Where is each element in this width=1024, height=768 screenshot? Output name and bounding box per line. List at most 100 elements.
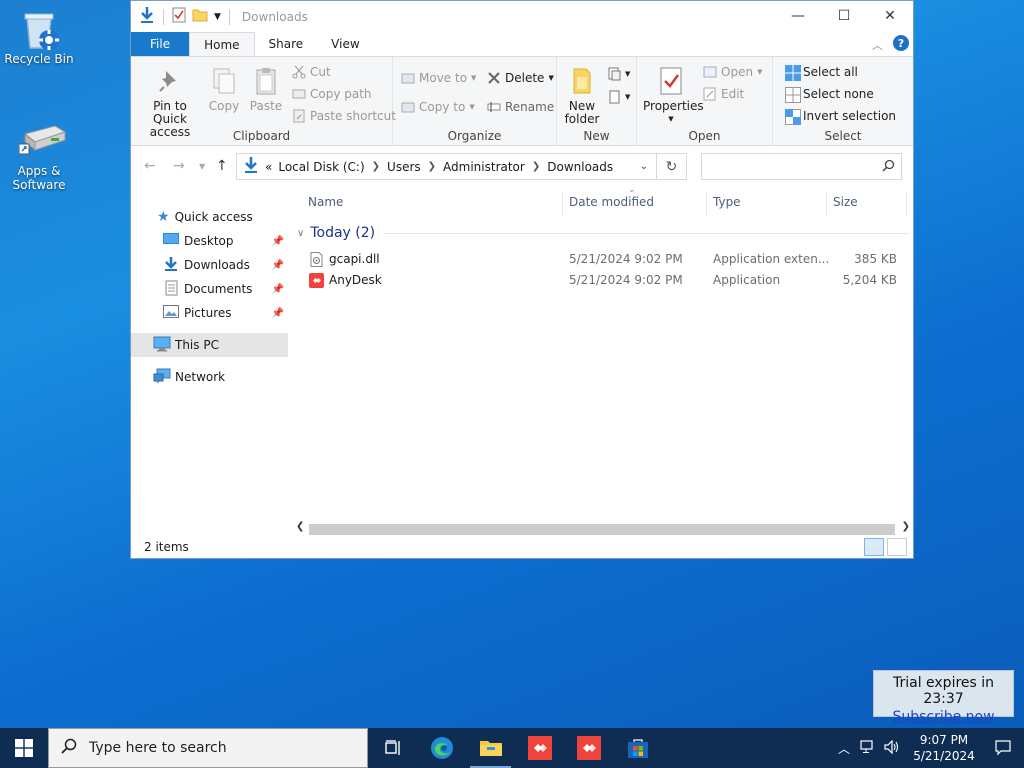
network-tray-icon[interactable]	[860, 739, 876, 757]
help-icon[interactable]: ?	[893, 35, 909, 54]
chevron-down-icon: ∨	[297, 227, 305, 239]
edit-button[interactable]: Edit	[703, 87, 744, 101]
nav-network[interactable]: Network	[131, 365, 288, 389]
column-header-type[interactable]: Type	[713, 195, 741, 209]
nav-documents[interactable]: Documents 📌	[131, 277, 288, 301]
new-item-button[interactable]: ▼	[607, 67, 630, 81]
copy-button[interactable]: Copy	[207, 65, 241, 113]
new-folder-icon[interactable]	[192, 7, 208, 26]
task-view-button[interactable]	[368, 728, 417, 768]
cut-button[interactable]: Cut	[292, 65, 331, 79]
file-row-gcapi[interactable]: gcapi.dll 5/21/2024 9:02 PM Application …	[295, 249, 913, 270]
properties-button[interactable]: Properties ▼	[643, 65, 704, 126]
address-history-chevron-icon[interactable]: ⌄	[640, 161, 648, 172]
select-none-button[interactable]: Select none	[785, 87, 874, 103]
anydesk-taskbar-button[interactable]	[515, 728, 564, 768]
column-header-date-modified[interactable]: Date modified	[569, 195, 654, 209]
desktop-icon-recycle-bin[interactable]: Recycle Bin	[0, 8, 78, 66]
taskbar: Type here to search ︿ 9:07 PM 5/21/2024	[0, 728, 1024, 768]
column-divider[interactable]	[826, 191, 827, 215]
file-explorer-button[interactable]	[466, 728, 515, 768]
nav-quick-access[interactable]: ★ Quick access	[131, 205, 288, 229]
ribbon-group-new: New folder ▼ ▼ New	[557, 57, 637, 145]
scrollbar-thumb[interactable]	[309, 524, 895, 535]
pin-quick-access-button[interactable]: Pin to Quick access	[135, 65, 205, 139]
breadcrumb-local-disk[interactable]: Local Disk (C:)	[278, 160, 371, 174]
breadcrumb-downloads[interactable]: Downloads	[540, 160, 620, 174]
tab-file[interactable]: File	[131, 32, 190, 56]
store-button[interactable]	[613, 728, 662, 768]
anydesk-taskbar-button-2[interactable]	[564, 728, 613, 768]
volume-icon[interactable]	[884, 739, 900, 757]
desktop-icon-apps-software[interactable]: Apps & Software	[0, 120, 78, 192]
column-header-size[interactable]: Size	[833, 195, 858, 209]
open-button[interactable]: Open ▼	[703, 65, 762, 79]
nav-downloads[interactable]: Downloads 📌	[131, 253, 288, 277]
paste-button[interactable]: Paste	[247, 65, 285, 113]
close-button[interactable]: ✕	[867, 1, 913, 31]
pin-icon[interactable]: 📌	[272, 260, 284, 271]
file-row-anydesk[interactable]: AnyDesk 5/21/2024 9:02 PM Application 5,…	[295, 270, 913, 291]
tab-home[interactable]: Home	[189, 32, 255, 56]
nav-this-pc[interactable]: This PC	[131, 333, 288, 357]
scroll-left-icon[interactable]: ❮	[296, 521, 304, 532]
breadcrumb-administrator[interactable]: Administrator	[436, 160, 532, 174]
chevron-down-icon: ▼	[625, 70, 631, 78]
tab-share[interactable]: Share	[255, 32, 318, 56]
recent-chevron-icon[interactable]: ▼	[199, 162, 205, 171]
address-bar[interactable]: « Local Disk (C:) ❯ Users ❯ Administrato…	[236, 153, 657, 180]
refresh-button[interactable]: ↻	[657, 153, 687, 180]
taskbar-search-box[interactable]: Type here to search	[48, 728, 368, 768]
invert-selection-button[interactable]: Invert selection	[785, 109, 896, 125]
search-box[interactable]	[701, 153, 902, 180]
delete-button[interactable]: Delete ▼	[487, 71, 554, 85]
breadcrumb-separator-icon[interactable]: ❯	[372, 161, 380, 172]
notifications-button[interactable]	[982, 728, 1024, 768]
pin-icon[interactable]: 📌	[272, 236, 284, 247]
subscribe-link[interactable]: Subscribe now	[874, 709, 1013, 725]
copy-to-button[interactable]: Copy to ▼	[401, 100, 475, 114]
rename-button[interactable]: Rename	[487, 100, 554, 114]
details-view-icon[interactable]	[864, 538, 884, 556]
breadcrumb-users[interactable]: Users	[380, 160, 428, 174]
pin-icon[interactable]: 📌	[272, 284, 284, 295]
breadcrumb-overflow[interactable]: «	[259, 160, 278, 174]
tab-view[interactable]: View	[317, 32, 373, 56]
large-icons-view-icon[interactable]	[887, 538, 907, 556]
breadcrumb-separator-icon[interactable]: ❯	[428, 161, 436, 172]
status-bar: 2 items	[131, 536, 913, 558]
horizontal-scrollbar[interactable]: ❮ ❯	[295, 521, 913, 537]
column-divider[interactable]	[706, 191, 707, 215]
properties-check-icon[interactable]	[172, 7, 186, 26]
paste-shortcut-button[interactable]: Paste shortcut	[292, 109, 396, 123]
forward-arrow-icon[interactable]: →	[173, 158, 185, 174]
up-arrow-icon[interactable]: ↑	[216, 158, 228, 174]
copy-path-button[interactable]: Copy path	[292, 87, 372, 101]
clock[interactable]: 9:07 PM 5/21/2024	[906, 732, 982, 764]
move-to-button[interactable]: Move to ▼	[401, 71, 476, 85]
pin-icon[interactable]: 📌	[272, 308, 284, 319]
navigation-pane: ★ Quick access Desktop 📌 Downloads 📌 Doc…	[131, 187, 288, 537]
file-name: gcapi.dll	[329, 252, 380, 266]
column-divider[interactable]	[562, 191, 563, 215]
column-header-name[interactable]: Name	[308, 195, 343, 209]
column-divider[interactable]	[906, 191, 907, 215]
chevron-down-icon[interactable]: ▼	[214, 12, 221, 22]
group-header-today[interactable]: ∨ Today (2)	[297, 225, 909, 241]
back-arrow-icon[interactable]: ←	[144, 158, 156, 174]
nav-pictures[interactable]: Pictures 📌	[131, 301, 288, 325]
collapse-ribbon-icon[interactable]: ︿	[872, 37, 883, 53]
search-input[interactable]	[702, 154, 872, 178]
chevron-up-icon[interactable]: ︿	[838, 740, 850, 757]
edge-button[interactable]	[417, 728, 466, 768]
select-all-button[interactable]: Select all	[785, 65, 858, 81]
chevron-down-icon: ▼	[757, 68, 763, 76]
minimize-button[interactable]: —	[775, 1, 821, 31]
start-button[interactable]	[0, 728, 48, 768]
breadcrumb-separator-icon[interactable]: ❯	[532, 161, 540, 172]
nav-desktop[interactable]: Desktop 📌	[131, 229, 288, 253]
new-folder-button[interactable]: New folder	[561, 65, 603, 126]
maximize-button[interactable]: ☐	[821, 1, 867, 31]
scroll-right-icon[interactable]: ❯	[902, 521, 910, 532]
easy-access-button[interactable]: ▼	[607, 90, 630, 104]
